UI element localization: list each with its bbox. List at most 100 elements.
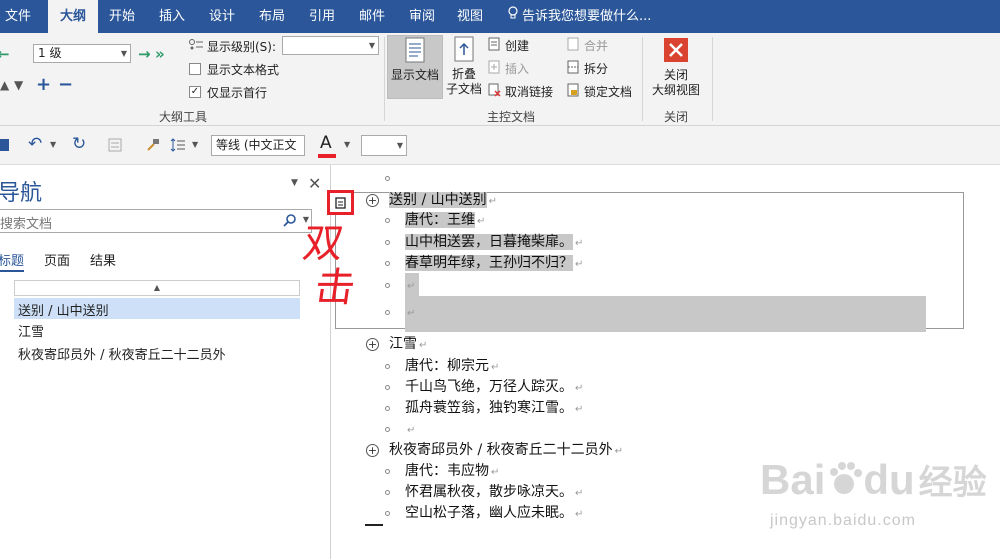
- chevron-down-icon: ▼: [120, 49, 127, 58]
- outline-body-line[interactable]: 唐代：韦应物 ↵: [405, 461, 499, 483]
- chevron-down-icon[interactable]: ▼: [192, 140, 198, 149]
- font-name-select[interactable]: 等线 (中文正文: [211, 135, 305, 156]
- demote-arrow-icon[interactable]: →: [138, 45, 151, 63]
- outline-bullet: [385, 218, 390, 223]
- subdocument-icon-highlight: [327, 190, 354, 215]
- format-painter-icon[interactable]: [146, 138, 160, 152]
- master-document-group-label: 主控文档: [487, 110, 536, 124]
- font-color-icon[interactable]: A: [320, 133, 332, 153]
- create-button[interactable]: 创建: [505, 37, 529, 54]
- tab-references[interactable]: 引用: [302, 0, 342, 33]
- lock-document-button[interactable]: 锁定文档: [584, 83, 632, 100]
- outline-body-line[interactable]: 唐代：王维 ↵: [405, 210, 485, 232]
- outline-bullet: [385, 469, 390, 474]
- show-document-button[interactable]: 显示文档: [387, 35, 443, 99]
- watermark-url: jingyan.baidu.com: [770, 512, 916, 529]
- chevron-down-icon[interactable]: ▼: [291, 178, 298, 188]
- line-spacing-icon[interactable]: [170, 137, 186, 153]
- chevron-down-icon[interactable]: ▼: [50, 140, 56, 149]
- paragraph-mark-icon: ↵: [407, 425, 416, 436]
- close-pane-icon[interactable]: ✕: [308, 174, 321, 193]
- merge-icon: [567, 37, 579, 51]
- promote-arrow-icon[interactable]: ←: [0, 45, 10, 63]
- tab-insert[interactable]: 插入: [152, 0, 192, 33]
- subdocument-icon[interactable]: [335, 197, 346, 209]
- move-down-icon[interactable]: ▼: [14, 78, 23, 92]
- outline-body-line[interactable]: 唐代：柳宗元 ↵: [405, 356, 499, 378]
- expand-heading-icon[interactable]: +: [366, 444, 379, 457]
- outline-heading[interactable]: 秋夜寄邱员外 / 秋夜寄丘二十二员外 ↵: [389, 440, 623, 462]
- outline-heading[interactable]: 江雪 ↵: [389, 334, 427, 356]
- tab-layout[interactable]: 布局: [252, 0, 292, 33]
- chevron-down-icon[interactable]: ▼: [344, 140, 350, 149]
- font-size-select[interactable]: ▼: [361, 135, 407, 156]
- format-list-icon[interactable]: [108, 138, 122, 152]
- outline-level-select[interactable]: 1 级 ▼: [33, 44, 131, 63]
- show-level-select[interactable]: ▼: [282, 36, 379, 55]
- expand-heading-icon[interactable]: +: [366, 338, 379, 351]
- move-up-icon[interactable]: ▲: [0, 78, 9, 92]
- paragraph-mark-icon: ↵: [407, 308, 416, 319]
- outline-body-line[interactable]: ↵: [405, 419, 415, 441]
- tab-home[interactable]: 开始: [102, 0, 142, 33]
- nav-heading-item[interactable]: 江雪: [18, 321, 44, 340]
- save-icon[interactable]: [0, 138, 10, 152]
- paragraph-mark-icon: ↵: [575, 509, 584, 520]
- outline-body-line[interactable]: 空山松子落，幽人应未眠。 ↵: [405, 503, 583, 525]
- nav-tab-headings[interactable]: 标题: [0, 250, 25, 272]
- demote-to-body-icon[interactable]: »: [155, 45, 165, 63]
- collapse-icon[interactable]: −: [58, 74, 73, 95]
- show-text-format-checkbox[interactable]: [189, 63, 201, 75]
- insert-subdoc-button[interactable]: 插入: [505, 60, 529, 77]
- outline-bullet: [385, 364, 390, 369]
- tab-view[interactable]: 视图: [450, 0, 490, 33]
- tab-mailings[interactable]: 邮件: [352, 0, 392, 33]
- split-button[interactable]: 拆分: [584, 60, 608, 77]
- selection-block: [405, 296, 926, 332]
- handwritten-annotation: 双 击: [299, 221, 359, 311]
- redo-icon[interactable]: ↻: [72, 134, 86, 154]
- tab-design[interactable]: 设计: [202, 0, 242, 33]
- tell-me-box[interactable]: 告诉我您想要做什么...: [508, 0, 651, 33]
- nav-search-box[interactable]: 搜索文档 ▼: [0, 209, 312, 233]
- unlink-icon: [488, 83, 501, 97]
- expand-icon[interactable]: +: [36, 74, 51, 95]
- search-input[interactable]: 搜索文档: [0, 213, 52, 232]
- merge-button[interactable]: 合并: [584, 37, 608, 54]
- undo-icon[interactable]: ↶: [28, 134, 42, 154]
- tab-outline[interactable]: 大纲: [48, 0, 98, 33]
- group-divider: [384, 37, 385, 121]
- collapse-subdocuments-button[interactable]: 折叠 子文档: [443, 35, 485, 105]
- outline-bullet: [385, 261, 390, 266]
- unlink-button[interactable]: 取消链接: [505, 83, 553, 100]
- nav-heading-label: 送别 / 山中送别: [18, 304, 109, 319]
- outline-body-line[interactable]: ↵: [405, 275, 415, 297]
- outline-body-line[interactable]: ↵: [405, 302, 415, 324]
- nav-heading-selected[interactable]: 送别 / 山中送别: [14, 298, 300, 319]
- nav-heading-item[interactable]: 秋夜寄邱员外 / 秋夜寄丘二十二员外: [18, 344, 226, 363]
- paragraph-mark-icon: ↵: [575, 404, 584, 415]
- outline-bullet: [385, 511, 390, 516]
- outline-body-line[interactable]: 春草明年绿，王孙归不归？ ↵: [405, 253, 583, 275]
- nav-tab-pages[interactable]: 页面: [44, 250, 70, 269]
- tab-review[interactable]: 审阅: [402, 0, 442, 33]
- show-level-icon: [188, 38, 204, 55]
- outline-bullet: [385, 406, 390, 411]
- outline-body-line[interactable]: 山中相送罢，日暮掩柴扉。 ↵: [405, 232, 583, 254]
- tab-file[interactable]: 文件: [0, 0, 36, 33]
- nav-tab-results[interactable]: 结果: [90, 250, 116, 269]
- outline-body-line[interactable]: 怀君属秋夜，散步咏凉天。 ↵: [405, 482, 583, 504]
- search-icon[interactable]: [283, 214, 297, 228]
- show-first-line-checkbox[interactable]: ✓: [189, 86, 201, 98]
- ribbon-panel: ← 1 级 ▼ → » ▲ ▼ + − 显示级别(S): ▼ 显示文本格式 ✓ 仅…: [0, 33, 1000, 126]
- outline-body-line[interactable]: 孤舟蓑笠翁，独钓寒江雪。 ↵: [405, 398, 583, 420]
- outline-heading[interactable]: 送别 / 山中送别 ↵: [389, 190, 497, 212]
- outline-bullet: [385, 240, 390, 245]
- nav-title: 导航: [0, 181, 43, 206]
- paragraph-mark-icon: ↵: [575, 488, 584, 499]
- outline-body-line[interactable]: 千山鸟飞绝，万径人踪灭。 ↵: [405, 377, 583, 399]
- close-outline-view-button[interactable]: 关闭 大纲视图: [646, 37, 706, 107]
- expand-heading-icon[interactable]: +: [366, 194, 379, 207]
- end-of-document-mark: [365, 524, 383, 526]
- collapse-all-icon[interactable]: ▲: [14, 280, 300, 296]
